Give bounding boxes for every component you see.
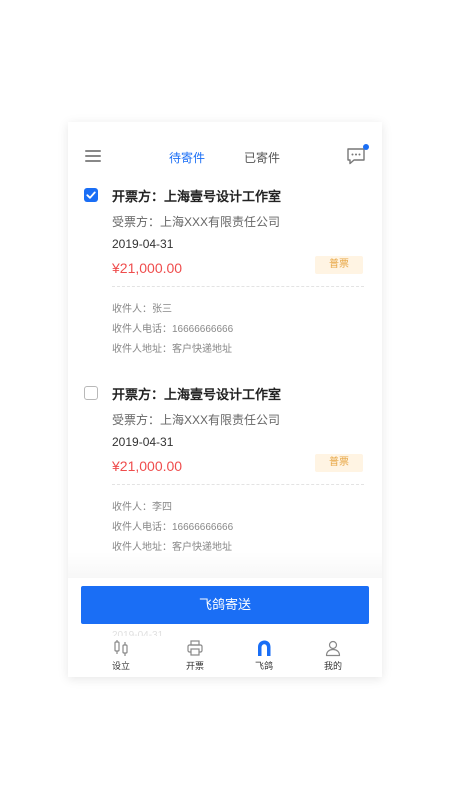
- notification-dot: [363, 144, 369, 150]
- recipient-phone: 收件人电话：16666666666: [112, 324, 234, 335]
- setup-icon: [112, 639, 130, 657]
- feige-send-button[interactable]: 飞鸽寄送: [81, 586, 369, 624]
- invoice-amount: ¥21,000.00: [112, 458, 183, 474]
- user-icon: [324, 639, 342, 657]
- tab-sent[interactable]: 已寄件: [244, 149, 280, 166]
- check-icon: [86, 191, 96, 199]
- feige-icon: [255, 639, 273, 657]
- app-screen: 待寄件 已寄件 开票方：上海壹号设计工作室 受票方：上海XXX有限责任公司 20…: [68, 122, 382, 677]
- printer-icon: [186, 639, 204, 657]
- recipient-phone: 收件人电话：16666666666: [112, 522, 234, 533]
- recipient-name: 收件人：张三: [112, 304, 172, 315]
- invoice-amount: ¥21,000.00: [112, 260, 183, 276]
- tabbar-item-feige[interactable]: 飞鸽: [234, 637, 294, 672]
- tab-pending[interactable]: 待寄件: [169, 149, 205, 166]
- tabbar-label: 我的: [323, 661, 342, 671]
- tabbar-item-setup[interactable]: 设立: [91, 637, 151, 672]
- issuer-name: 开票方：上海壹号设计工作室: [112, 189, 282, 204]
- tabbar-label: 开票: [185, 661, 204, 671]
- issuer-name: 开票方：上海壹号设计工作室: [112, 387, 282, 402]
- divider: [112, 484, 364, 485]
- top-bar: 待寄件 已寄件: [68, 142, 382, 172]
- divider: [112, 286, 364, 287]
- recipient-address: 收件人地址：客户快递地址: [112, 542, 232, 553]
- scrolled-date-fragment: 2019-04-31: [112, 630, 164, 636]
- receiver-name: 受票方：上海XXX有限责任公司: [112, 413, 281, 427]
- recipient-name: 收件人：李四: [112, 502, 172, 513]
- invoice-date: 2019-04-31: [112, 237, 174, 251]
- select-checkbox[interactable]: [84, 386, 98, 400]
- menu-icon[interactable]: [85, 150, 101, 162]
- invoice-date: 2019-04-31: [112, 435, 174, 449]
- select-checkbox[interactable]: [84, 188, 98, 202]
- tabbar-label: 设立: [111, 661, 130, 671]
- message-icon[interactable]: [346, 144, 369, 165]
- invoice-type-badge: 普票: [315, 454, 363, 472]
- tabbar-item-invoice[interactable]: 开票: [165, 637, 225, 672]
- invoice-type-badge: 普票: [315, 256, 363, 274]
- tabbar-label: 飞鸽: [254, 661, 273, 671]
- tabbar-item-mine[interactable]: 我的: [303, 637, 363, 672]
- recipient-address: 收件人地址：客户快递地址: [112, 344, 232, 355]
- bottom-tab-bar: 设立 开票 飞鸽 我的: [68, 637, 382, 677]
- receiver-name: 受票方：上海XXX有限责任公司: [112, 215, 281, 229]
